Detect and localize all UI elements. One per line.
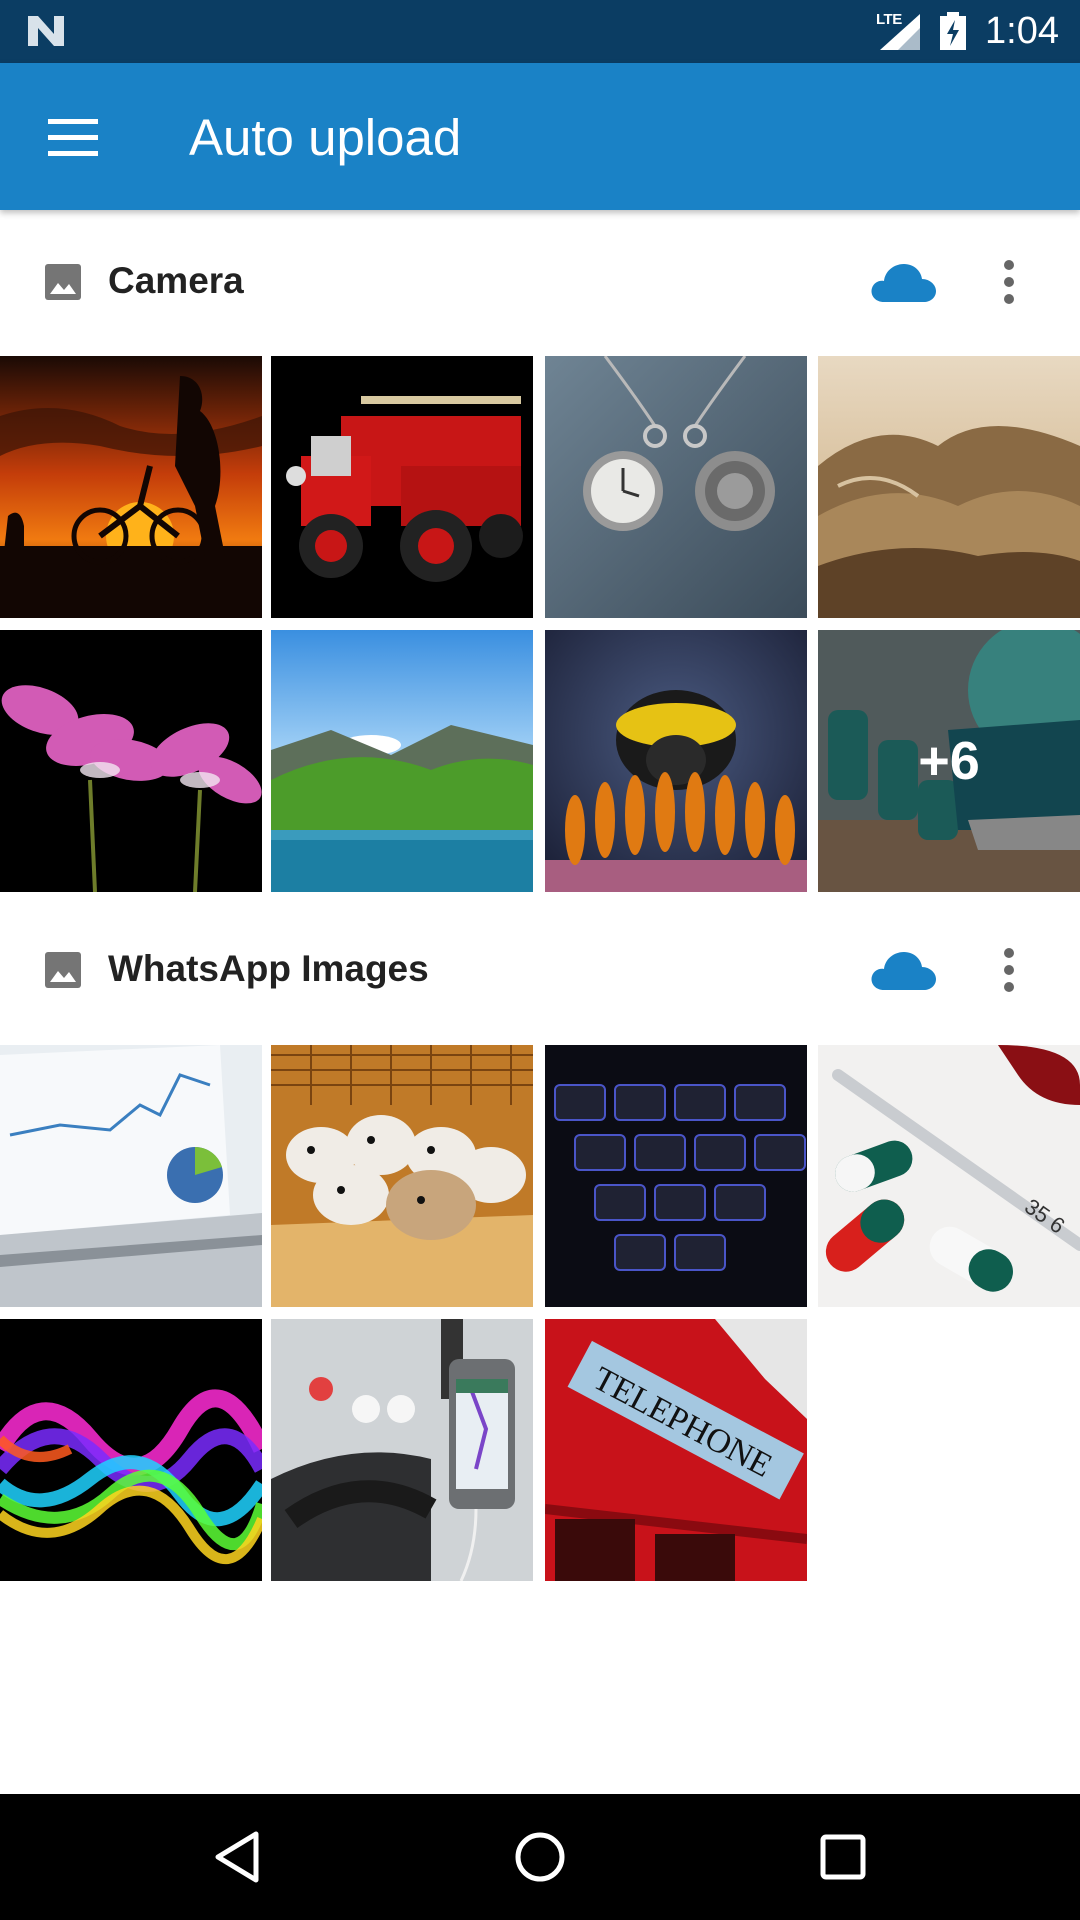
cloud-icon[interactable] (870, 948, 936, 992)
thumbnail-laptop-chart[interactable] (0, 1045, 262, 1307)
app-bar: Auto upload (0, 63, 1080, 210)
more-count-overlay: +6 (818, 630, 1080, 892)
hamburger-menu-icon[interactable] (40, 113, 106, 163)
hamsters-image (271, 1045, 533, 1307)
folder-header-whatsapp-images: WhatsApp Images (0, 906, 1080, 1032)
cloud-icon[interactable] (870, 260, 936, 304)
thumbnail-keyboard[interactable] (545, 1045, 807, 1307)
page-title: Auto upload (189, 109, 462, 166)
thumbnail-hamsters[interactable] (271, 1045, 533, 1307)
thumbnail-pills-thermometer[interactable]: 35 6 (818, 1045, 1080, 1307)
folder-name: WhatsApp Images (108, 948, 429, 989)
pills-thermometer-image: 35 6 (818, 1045, 1080, 1307)
fire-truck-image (271, 356, 533, 618)
back-triangle-icon[interactable] (204, 1824, 270, 1890)
n-logo-icon (28, 16, 64, 46)
thumbnail-mountain-hills[interactable] (818, 356, 1080, 618)
navigation-bar (0, 1794, 1080, 1920)
thumbnail-pocket-watches[interactable] (545, 356, 807, 618)
thumbnail-rainbow-waves[interactable] (0, 1319, 262, 1581)
keyboard-image (545, 1045, 807, 1307)
clock: 1:04 (985, 10, 1059, 52)
bumblebee-image (545, 630, 807, 892)
folder-name: Camera (108, 260, 244, 301)
pocket-watches-image (545, 356, 807, 618)
home-circle-icon[interactable] (507, 1824, 573, 1890)
car-phone-navigation-image (271, 1319, 533, 1581)
more-vertical-icon[interactable] (990, 942, 1028, 998)
pink-flowers-image (0, 630, 262, 892)
thumbnail-car-phone-navigation[interactable] (271, 1319, 533, 1581)
rainbow-waves-image (0, 1319, 262, 1581)
recents-square-icon[interactable] (810, 1824, 876, 1890)
status-bar: LTE 1:04 (0, 0, 1080, 63)
red-telephone-booth-image: TELEPHONE (545, 1319, 807, 1581)
thumbnail-pink-flowers[interactable] (0, 630, 262, 892)
thumbnail-red-telephone-booth[interactable]: TELEPHONE (545, 1319, 807, 1581)
thumbnail-sunset-bicycle[interactable] (0, 356, 262, 618)
image-folder-icon (45, 264, 81, 300)
mountain-hills-image (818, 356, 1080, 618)
battery-charging-icon (940, 12, 966, 50)
thumbnail-red-fire-truck[interactable] (271, 356, 533, 618)
image-folder-icon (45, 952, 81, 988)
thumbnail-alpine-lake[interactable] (271, 630, 533, 892)
thumbnail-bumblebee[interactable] (545, 630, 807, 892)
signal-icon (880, 14, 920, 50)
sunset-bicycle-image (0, 356, 262, 618)
more-vertical-icon[interactable] (990, 254, 1028, 310)
thumbnail-dumbbells-shoes[interactable]: +6 (818, 630, 1080, 892)
folder-header-camera: Camera (0, 218, 1080, 344)
alpine-lake-image (271, 630, 533, 892)
laptop-chart-image (0, 1045, 262, 1307)
